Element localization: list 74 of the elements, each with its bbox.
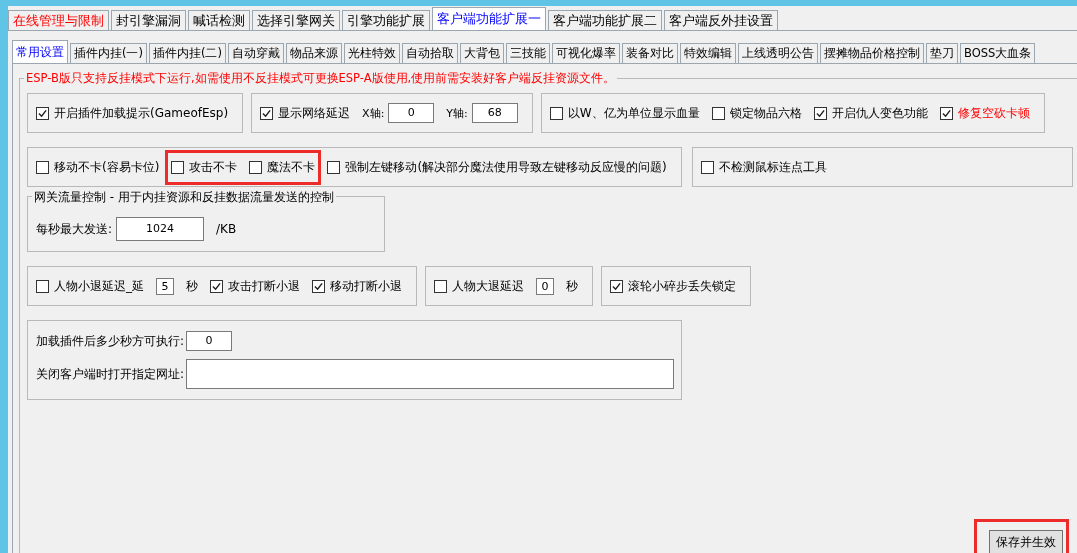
group-title: 网关流量控制 - 用于内挂资源和反挂数据流量发送的控制 bbox=[32, 189, 336, 206]
checkbox-label: 锁定物品六格 bbox=[729, 104, 802, 122]
checkbox[interactable] bbox=[549, 106, 563, 120]
checkbox[interactable] bbox=[36, 279, 49, 293]
tab[interactable]: 物品来源 bbox=[285, 43, 342, 63]
checkbox[interactable] bbox=[327, 160, 341, 174]
tab[interactable]: 引擎功能扩展 bbox=[342, 10, 430, 30]
checkbox-label: 移动不卡(容易卡位) bbox=[54, 158, 160, 176]
tab[interactable]: 大背包 bbox=[459, 43, 504, 63]
tab[interactable]: 喊话检测 bbox=[188, 10, 250, 30]
tab[interactable]: 常用设置 bbox=[12, 40, 68, 63]
input-field[interactable]: 0 bbox=[536, 277, 554, 295]
checkbox[interactable] bbox=[610, 279, 623, 293]
checkbox-label: 开启插件加载提示(GameofEsp) bbox=[54, 104, 229, 122]
tab[interactable]: 垫刀 bbox=[925, 43, 958, 63]
checkbox[interactable] bbox=[711, 106, 725, 120]
checkbox[interactable] bbox=[813, 106, 827, 120]
checkbox[interactable] bbox=[36, 160, 49, 174]
checkbox-label: 修复空砍卡顿 bbox=[957, 104, 1030, 122]
checkbox[interactable] bbox=[312, 279, 325, 293]
field-label: 加载插件后多少秒方可执行: bbox=[36, 332, 185, 350]
checkbox[interactable] bbox=[210, 279, 223, 293]
tab[interactable]: 客户端反外挂设置 bbox=[664, 10, 778, 30]
notice-text: ESP-B版只支持反挂模式下运行,如需使用不反挂模式可更换ESP-A版使用,使用前需安装好客户端反挂资源文件。 bbox=[24, 71, 618, 86]
checkbox-label: 攻击打断小退 bbox=[228, 277, 300, 295]
tab[interactable]: 插件内挂(一) bbox=[70, 43, 147, 63]
input-field[interactable]: 68 bbox=[471, 103, 518, 123]
checkbox[interactable] bbox=[700, 160, 714, 174]
tab[interactable]: 选择引擎网关 bbox=[252, 10, 340, 30]
tab[interactable]: 自动拾取 bbox=[401, 43, 458, 63]
checkbox[interactable] bbox=[36, 106, 49, 120]
field-label: 关闭客户端时打开指定网址: bbox=[36, 365, 185, 383]
tab[interactable]: BOSS大血条 bbox=[959, 43, 1036, 63]
field-label: X轴: bbox=[362, 105, 385, 121]
checkbox[interactable] bbox=[249, 160, 263, 174]
tab[interactable]: 封引擎漏洞 bbox=[111, 10, 186, 30]
tab[interactable]: 客户端功能扩展二 bbox=[548, 10, 662, 30]
checkbox[interactable] bbox=[171, 160, 185, 174]
field-label: Y轴: bbox=[446, 105, 468, 121]
checkbox[interactable] bbox=[260, 106, 274, 120]
tab[interactable]: 可视化爆率 bbox=[551, 43, 620, 63]
checkbox-label: 强制左键移动(解决部分魔法使用导致左键移动反应慢的问题) bbox=[345, 158, 667, 176]
tab[interactable]: 客户端功能扩展一 bbox=[432, 7, 546, 30]
tab[interactable]: 上线透明公告 bbox=[737, 43, 818, 63]
checkbox-label: 滚轮小碎步丢失锁定 bbox=[628, 277, 736, 295]
input-field[interactable]: 0 bbox=[388, 103, 435, 123]
save-button[interactable]: 保存并生效 bbox=[989, 530, 1063, 553]
checkbox[interactable] bbox=[434, 279, 447, 293]
unit-label: 秒 bbox=[186, 277, 198, 295]
tab[interactable]: 特效编辑 bbox=[679, 43, 736, 63]
checkbox-label: 以W、亿为单位显示血量 bbox=[567, 104, 700, 122]
checkbox-label: 移动打断小退 bbox=[330, 277, 402, 295]
input-field[interactable]: 1024 bbox=[116, 217, 205, 241]
input-field[interactable]: 5 bbox=[156, 277, 174, 295]
tab[interactable]: 摆摊物品价格控制 bbox=[819, 43, 924, 63]
checkbox-label: 人物大退延迟 bbox=[452, 277, 524, 295]
checkbox-label: 显示网络延迟 bbox=[278, 104, 351, 122]
field-label: 每秒最大发送: bbox=[36, 220, 113, 238]
unit-label: /KB bbox=[216, 222, 237, 236]
checkbox-label: 不检测鼠标连点工具 bbox=[718, 158, 827, 176]
tab[interactable]: 三技能 bbox=[505, 43, 550, 63]
tab[interactable]: 在线管理与限制 bbox=[8, 10, 109, 30]
checkbox-label: 攻击不卡 bbox=[189, 158, 238, 176]
checkbox-label: 魔法不卡 bbox=[267, 158, 316, 176]
unit-label: 秒 bbox=[566, 277, 578, 295]
tab[interactable]: 自动穿戴 bbox=[227, 43, 284, 63]
tab[interactable]: 装备对比 bbox=[621, 43, 678, 63]
input-field[interactable] bbox=[186, 359, 675, 389]
tab[interactable]: 光柱特效 bbox=[343, 43, 400, 63]
checkbox-label: 开启仇人变色功能 bbox=[831, 104, 928, 122]
checkbox-label: 人物小退延迟_延 bbox=[54, 277, 144, 295]
checkbox[interactable] bbox=[939, 106, 953, 120]
tab[interactable]: 插件内挂(二) bbox=[149, 43, 226, 63]
input-field[interactable]: 0 bbox=[186, 331, 233, 351]
